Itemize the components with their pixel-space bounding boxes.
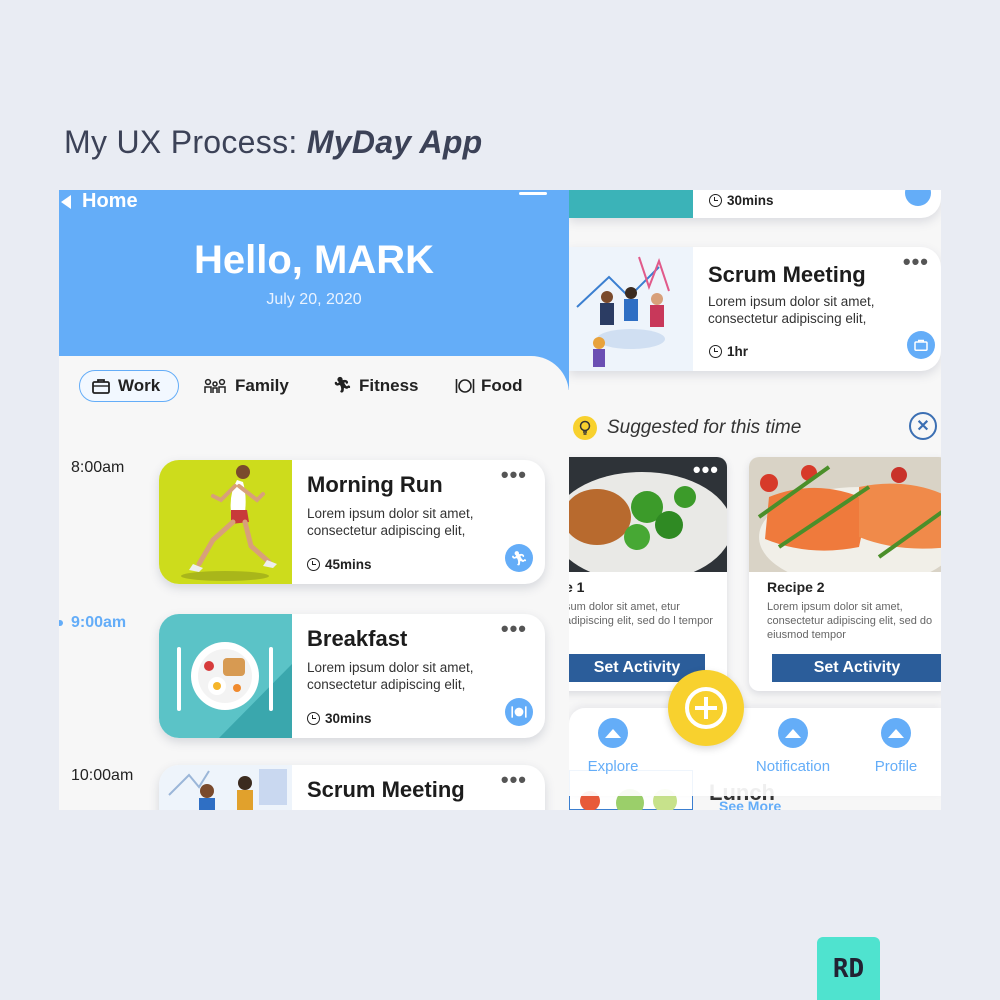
alarm-clock-icon — [709, 345, 722, 358]
alarm-clock-icon — [709, 194, 722, 207]
activity-duration: 1hr — [709, 344, 748, 359]
mountain-icon — [598, 718, 628, 748]
runner-illustration — [159, 460, 292, 584]
activity-duration: 30mins — [307, 711, 372, 726]
more-options-icon[interactable]: ••• — [501, 769, 527, 791]
more-options-icon[interactable]: ••• — [693, 459, 719, 481]
tab-family-label: Family — [235, 376, 289, 395]
duration-value: 1hr — [727, 344, 749, 359]
nav-profile-label: Profile — [874, 758, 918, 775]
recipe-photo — [749, 457, 941, 587]
plus-icon — [685, 687, 727, 729]
activity-description: Lorem ipsum dolor sit amet, consectetur … — [708, 294, 875, 326]
hamburger-menu-icon[interactable] — [519, 190, 547, 202]
duration-value: 45mins — [325, 557, 372, 572]
recipe-card-1[interactable]: ••• e 1 sum dolor sit amet, etur adipisc… — [569, 457, 727, 691]
plate-cutlery-icon — [455, 378, 475, 394]
activity-description: Lorem ipsum dolor sit amet, consectetur … — [307, 506, 474, 538]
rd-logo: RD — [817, 937, 880, 1000]
activity-card-morning-run[interactable]: Morning Run Lorem ipsum dolor sit amet, … — [159, 460, 545, 584]
home-screen: Home Hello, MARK July 20, 2020 Work Fami… — [59, 190, 569, 810]
meeting-illustration — [159, 765, 292, 810]
recipe-name: e 1 — [569, 579, 585, 595]
page-title-app-name: MyDay App — [306, 124, 483, 160]
briefcase-icon — [905, 190, 931, 206]
duration-value: 30mins — [727, 193, 774, 208]
tab-food-label: Food — [481, 376, 523, 395]
mountain-icon — [881, 718, 911, 748]
lightbulb-icon — [573, 416, 597, 440]
activity-card-partial[interactable]: 30mins — [569, 190, 941, 218]
breakfast-illustration — [159, 614, 292, 738]
more-options-icon[interactable]: ••• — [501, 464, 527, 486]
tab-fitness-label: Fitness — [359, 376, 419, 395]
activity-description: Lorem ipsum dolor sit amet, consectetur … — [307, 660, 474, 692]
activity-card-breakfast[interactable]: Breakfast Lorem ipsum dolor sit amet, co… — [159, 614, 545, 738]
time-label-8am: 8:00am — [71, 459, 125, 476]
recipe-description: sum dolor sit amet, etur adipiscing elit… — [569, 601, 713, 627]
close-icon[interactable]: ✕ — [909, 412, 937, 440]
briefcase-icon — [907, 331, 935, 359]
activity-duration: 30mins — [709, 193, 774, 208]
tab-food[interactable]: Food — [455, 370, 523, 402]
tab-fitness[interactable]: 🏃︎ Fitness — [333, 370, 419, 402]
meeting-illustration — [569, 247, 693, 371]
nav-profile[interactable]: Profile — [846, 718, 941, 775]
activity-card-scrum-meeting[interactable]: Scrum Meeting ••• — [159, 765, 545, 810]
suggested-label: Suggested for this time — [607, 417, 802, 438]
category-tabs: Work Family 🏃︎ Fitness Food — [79, 370, 549, 402]
tab-family[interactable]: Family — [203, 370, 289, 402]
more-options-icon[interactable]: ••• — [501, 618, 527, 640]
runner-icon: 🏃︎ — [333, 377, 353, 394]
back-label: Home — [82, 190, 138, 212]
bottom-nav-bar: Explore Notification Profile — [569, 708, 941, 796]
add-activity-button[interactable] — [668, 670, 744, 746]
duration-value: 30mins — [325, 711, 372, 726]
activity-duration: 45mins — [307, 557, 372, 572]
runner-icon: 🏃︎ — [505, 544, 533, 572]
time-label-10am: 10:00am — [71, 767, 134, 784]
mountain-icon — [778, 718, 808, 748]
set-activity-button[interactable]: Set Activity — [772, 654, 941, 682]
greeting: Hello, MARK — [194, 238, 434, 282]
nav-notification[interactable]: Notification — [743, 718, 843, 775]
card-image — [569, 190, 693, 218]
back-button[interactable]: Home — [61, 190, 138, 213]
time-label-9am-current: 9:00am — [59, 614, 127, 631]
briefcase-icon — [92, 378, 110, 394]
nav-explore[interactable]: Explore — [569, 718, 663, 775]
explore-screen: 30mins Scrum Meeting Lorem ipsum dolor s… — [569, 190, 941, 810]
suggested-header: Suggested for this time — [573, 416, 801, 440]
activity-card-scrum-meeting[interactable]: Scrum Meeting Lorem ipsum dolor sit amet… — [569, 247, 941, 371]
recipe-description: Lorem ipsum dolor sit amet, consectetur … — [767, 601, 933, 641]
alarm-clock-icon — [307, 558, 320, 571]
back-arrow-icon — [61, 194, 71, 209]
family-icon — [203, 378, 227, 394]
page-title: My UX Process: MyDay App — [64, 124, 483, 161]
nav-explore-label: Explore — [587, 758, 639, 775]
activity-title: Scrum Meeting — [708, 262, 866, 287]
alarm-clock-icon — [307, 712, 320, 725]
see-more-link[interactable]: See More — [719, 798, 781, 810]
tab-work[interactable]: Work — [79, 370, 180, 402]
recipe-name: Recipe 2 — [767, 579, 825, 595]
plate-cutlery-icon — [505, 698, 533, 726]
tab-work-label: Work — [118, 376, 161, 395]
nav-notification-label: Notification — [755, 758, 831, 775]
current-date: July 20, 2020 — [266, 291, 362, 308]
page-title-prefix: My UX Process: — [64, 124, 307, 160]
recipe-card-2[interactable]: Recipe 2 Lorem ipsum dolor sit amet, con… — [749, 457, 941, 691]
more-options-icon[interactable]: ••• — [903, 251, 929, 273]
